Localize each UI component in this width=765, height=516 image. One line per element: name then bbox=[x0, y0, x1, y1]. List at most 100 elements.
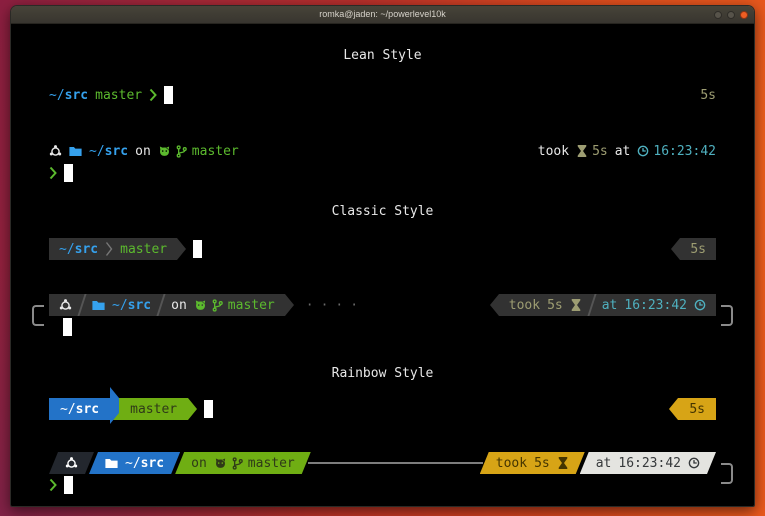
directory-path: ~/src bbox=[60, 402, 99, 417]
prompt-frame-right bbox=[721, 305, 733, 326]
dir-prefix: ~/ bbox=[49, 88, 65, 103]
powerline-segment-right: took 5s at 16:23:42 bbox=[499, 294, 716, 316]
on-label: on bbox=[135, 144, 151, 159]
powerline-arrow-icon bbox=[177, 238, 186, 260]
dir-name: src bbox=[76, 402, 99, 417]
terminal-cursor bbox=[64, 164, 73, 182]
prompt-chevron-icon bbox=[49, 478, 57, 492]
took-label: took bbox=[538, 144, 569, 159]
powerline-arrow-icon bbox=[188, 398, 197, 420]
powerline-arrow-icon bbox=[490, 294, 499, 316]
hourglass-icon bbox=[557, 457, 569, 469]
powerline-arrow-icon bbox=[285, 294, 294, 316]
rainbow-segment-duration: took 5s bbox=[480, 452, 585, 474]
rainbow-segment-git: on master bbox=[175, 452, 311, 474]
terminal-content[interactable]: Lean Style ~/src master 5s ~/src on mast… bbox=[11, 24, 754, 506]
command-duration: 5s bbox=[700, 88, 716, 103]
folder-icon bbox=[105, 457, 118, 470]
lean-prompt-full-line1: ~/src on master took 5s at 16:23:42 bbox=[49, 140, 716, 162]
powerline-segment-dir-branch: ~/src master bbox=[49, 238, 177, 260]
prompt-frame-right bbox=[721, 463, 733, 484]
prompt-frame-left bbox=[32, 305, 44, 326]
git-branch-name: master bbox=[248, 456, 295, 471]
rainbow-prompt-full-line2 bbox=[49, 474, 716, 496]
clock-icon bbox=[694, 299, 706, 311]
window-title: romka@jaden: ~/powerlevel10k bbox=[11, 6, 754, 23]
folder-icon bbox=[92, 299, 105, 312]
heading-text: Lean Style bbox=[343, 48, 421, 63]
folder-icon bbox=[69, 145, 82, 158]
dir-name: src bbox=[141, 456, 164, 471]
classic-prompt-full: ~/src on master ···· took 5s bbox=[49, 294, 716, 338]
dir-prefix: ~/ bbox=[89, 144, 105, 159]
ubuntu-os-icon bbox=[65, 457, 78, 470]
arrow-triangle bbox=[110, 387, 119, 424]
rainbow-segment-duration: 5s bbox=[678, 398, 716, 420]
git-branch-name: master bbox=[130, 402, 177, 417]
gap-fill-line bbox=[308, 462, 483, 464]
section-heading-lean: Lean Style bbox=[49, 44, 716, 66]
rainbow-prompt-single: ~/src master 5s bbox=[49, 398, 716, 420]
section-heading-classic: Classic Style bbox=[49, 200, 716, 222]
desktop-background: romka@jaden: ~/powerlevel10k Lean Style … bbox=[0, 0, 765, 516]
window-controls bbox=[714, 6, 748, 23]
thin-separator-chevron-icon bbox=[105, 242, 113, 256]
minimize-button[interactable] bbox=[714, 11, 722, 19]
directory-path: ~/src bbox=[89, 144, 128, 159]
took-label: took bbox=[509, 298, 540, 313]
command-duration: 5s bbox=[547, 298, 563, 313]
on-label: on bbox=[171, 298, 187, 313]
current-time: 16:23:42 bbox=[624, 298, 687, 313]
terminal-cursor bbox=[193, 240, 202, 258]
git-branch-icon bbox=[211, 299, 224, 312]
powerline-arrow-icon bbox=[110, 398, 119, 420]
on-label: on bbox=[191, 456, 207, 471]
command-duration: 5s bbox=[690, 242, 706, 257]
ubuntu-os-icon bbox=[59, 299, 72, 312]
git-branch-name: master bbox=[120, 242, 167, 257]
heading-text: Classic Style bbox=[332, 204, 434, 219]
thin-slash-separator bbox=[587, 294, 596, 316]
ubuntu-os-icon bbox=[49, 145, 62, 158]
heading-text: Rainbow Style bbox=[332, 366, 434, 381]
rainbow-prompt-full: ~/src on master took 5s bbox=[49, 452, 716, 496]
clock-icon bbox=[637, 145, 649, 157]
powerline-arrow-icon bbox=[671, 238, 680, 260]
thin-slash-separator bbox=[77, 294, 86, 316]
took-label: took bbox=[496, 456, 527, 471]
rainbow-segment-os bbox=[49, 452, 94, 474]
current-time: 16:23:42 bbox=[653, 144, 716, 159]
dir-name: src bbox=[105, 144, 128, 159]
gap-fill-dots: ···· bbox=[306, 298, 365, 313]
classic-prompt-single: ~/src master 5s bbox=[49, 238, 716, 260]
prompt-chevron-icon bbox=[49, 166, 57, 180]
command-duration: 5s bbox=[534, 456, 550, 471]
git-branch-name: master bbox=[228, 298, 275, 313]
dir-prefix: ~/ bbox=[112, 298, 128, 313]
github-octocat-icon bbox=[158, 145, 171, 158]
dir-prefix: ~/ bbox=[59, 242, 75, 257]
directory-path: ~/src bbox=[112, 298, 151, 313]
clock-icon bbox=[688, 457, 700, 469]
terminal-cursor bbox=[64, 476, 73, 494]
lean-prompt-full-line2 bbox=[49, 162, 716, 184]
classic-prompt-full-line1: ~/src on master ···· took 5s bbox=[49, 294, 716, 316]
git-branch-icon bbox=[231, 457, 244, 470]
maximize-button[interactable] bbox=[727, 11, 735, 19]
rainbow-segment-dir: ~/src bbox=[49, 398, 110, 420]
hourglass-icon bbox=[576, 145, 588, 157]
window-titlebar[interactable]: romka@jaden: ~/powerlevel10k bbox=[11, 6, 754, 24]
git-branch-name: master bbox=[192, 144, 239, 159]
terminal-window: romka@jaden: ~/powerlevel10k Lean Style … bbox=[10, 5, 755, 507]
close-button[interactable] bbox=[740, 11, 748, 19]
rainbow-segment-dir: ~/src bbox=[89, 452, 180, 474]
rainbow-prompt-full-line1: ~/src on master took 5s bbox=[49, 452, 716, 474]
powerline-segment-left: ~/src on master bbox=[49, 294, 285, 316]
section-heading-rainbow: Rainbow Style bbox=[49, 362, 716, 384]
at-label: at bbox=[615, 144, 631, 159]
command-duration: 5s bbox=[592, 144, 608, 159]
dir-prefix: ~/ bbox=[125, 456, 141, 471]
at-label: at bbox=[602, 298, 618, 313]
terminal-cursor bbox=[164, 86, 173, 104]
lean-prompt-single: ~/src master 5s bbox=[49, 84, 716, 106]
